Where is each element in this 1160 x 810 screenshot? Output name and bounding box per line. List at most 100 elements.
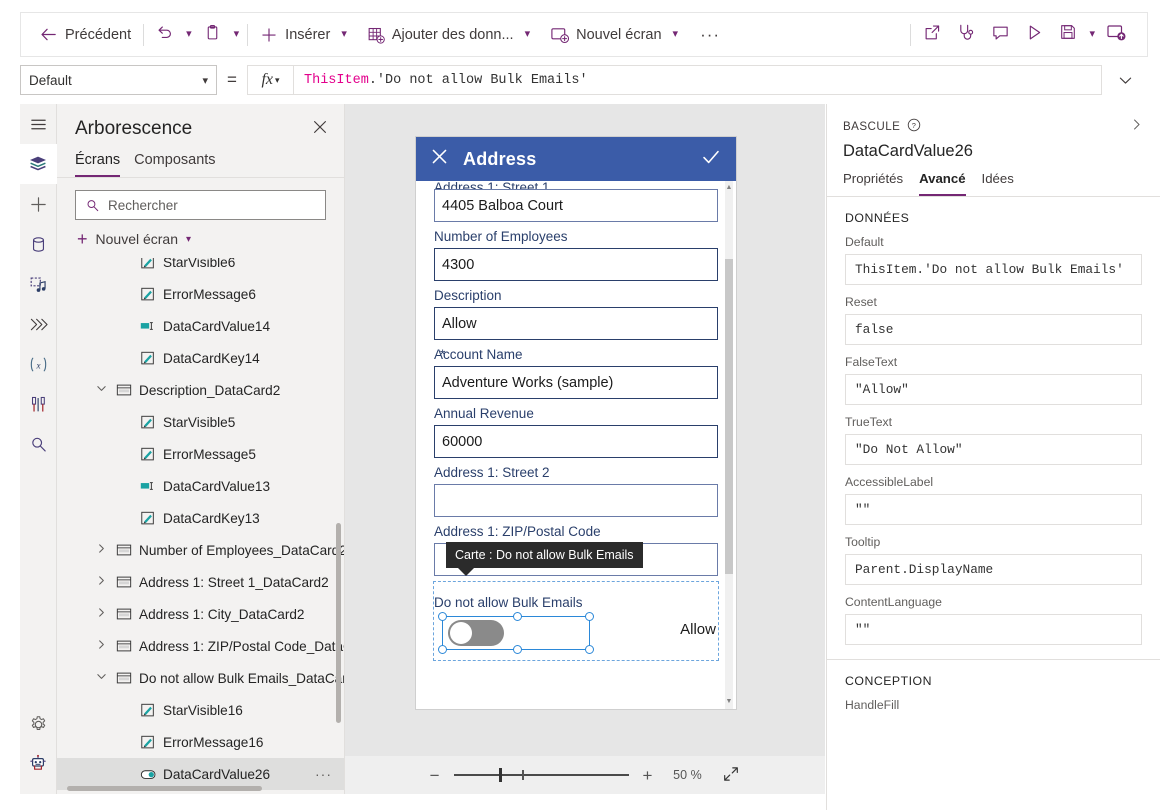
property-selector[interactable]: Default ▾: [20, 65, 217, 95]
fit-to-screen-button[interactable]: [722, 765, 740, 786]
design-canvas[interactable]: Address Address 1: Street 1 4405 Balboa C…: [345, 104, 825, 794]
toggle-data-card[interactable]: Do not allow Bulk Emails Allow Carte: D…: [433, 542, 719, 661]
fx-button[interactable]: fx ▾: [247, 65, 293, 95]
add-data-chevron-down-icon[interactable]: ▾: [521, 29, 535, 40]
publish-button[interactable]: [1099, 18, 1133, 52]
form-field-input[interactable]: 60000: [434, 425, 718, 458]
tree-item[interactable]: DataCardValue13: [57, 470, 344, 502]
save-button[interactable]: [1051, 18, 1085, 52]
chevron-right-icon[interactable]: [93, 607, 109, 621]
property-field-input[interactable]: "Allow": [845, 374, 1142, 405]
tree-item[interactable]: Address 1: City_DataCard2: [57, 598, 344, 630]
property-field-input[interactable]: "": [845, 614, 1142, 645]
rail-tree-view-button[interactable]: [19, 144, 57, 184]
tree-item[interactable]: DataCardValue14: [57, 310, 344, 342]
tab-composants[interactable]: Composants: [134, 152, 215, 177]
form-field-input[interactable]: [434, 484, 718, 517]
resize-handle-se[interactable]: [585, 645, 594, 654]
property-field-input[interactable]: false: [845, 314, 1142, 345]
rail-media-button[interactable]: [20, 264, 57, 304]
tree-item[interactable]: StarVisible5: [57, 406, 344, 438]
rail-data-button[interactable]: [20, 224, 57, 264]
resize-handle-nw[interactable]: [438, 612, 447, 621]
rail-settings-button[interactable]: [20, 704, 57, 744]
rail-power-automate-button[interactable]: [20, 304, 57, 344]
new-screen-button[interactable]: Nouvel écran ▾: [542, 18, 690, 52]
tree-item[interactable]: Address 1: ZIP/Postal Code_DataCard: [57, 630, 344, 662]
edit-form[interactable]: Address 1: Street 1 4405 Balboa Court Numb…: [416, 181, 736, 709]
tab-idees[interactable]: Idées: [982, 171, 1014, 196]
formula-bar-expand-button[interactable]: [1102, 65, 1148, 95]
tree-item[interactable]: Description_DataCard2: [57, 374, 344, 406]
paste-button[interactable]: [196, 18, 230, 52]
chevron-down-icon[interactable]: [93, 383, 109, 397]
resize-handle-s[interactable]: [513, 645, 522, 654]
rail-search-button[interactable]: [20, 424, 57, 464]
add-data-button[interactable]: Ajouter des donn... ▾: [359, 18, 542, 52]
tree-item[interactable]: DataCardKey13: [57, 502, 344, 534]
property-field-input[interactable]: "": [845, 494, 1142, 525]
formula-input[interactable]: ThisItem .'Do not allow Bulk Emails': [293, 65, 1102, 95]
tree-items-list[interactable]: StarVisible6 ErrorMessage6 DataCardValue14…: [57, 258, 344, 794]
property-field-input[interactable]: Parent.DisplayName: [845, 554, 1142, 585]
form-scrollbar-thumb[interactable]: [725, 259, 733, 574]
tree-item[interactable]: DataCardKey14: [57, 342, 344, 374]
toolbar-overflow-button[interactable]: ···: [690, 25, 730, 45]
insert-button[interactable]: Insérer ▾: [252, 18, 359, 52]
tab-ecrans[interactable]: Écrans: [75, 152, 121, 177]
tree-item[interactable]: Address 1: Street 1_DataCard2: [57, 566, 344, 598]
share-button[interactable]: [915, 18, 949, 52]
tree-close-button[interactable]: [312, 119, 328, 139]
toggle-control-row[interactable]: Allow: [434, 612, 718, 654]
scroll-up-arrow-icon[interactable]: ▲: [725, 183, 733, 193]
chevron-right-icon[interactable]: [93, 543, 109, 557]
undo-dropdown-chevron-down-icon[interactable]: ▾: [182, 29, 196, 40]
chevron-down-icon[interactable]: [93, 671, 109, 685]
resize-handle-n[interactable]: [513, 612, 522, 621]
chevron-right-icon[interactable]: [93, 575, 109, 589]
form-field-input[interactable]: 4405 Balboa Court: [434, 189, 718, 222]
tree-search-box[interactable]: Rechercher: [75, 190, 326, 220]
properties-content[interactable]: DONNÉES Default ThisItem.'Do not allow Bul…: [827, 197, 1160, 810]
property-field-input[interactable]: "Do Not Allow": [845, 434, 1142, 465]
scroll-down-arrow-icon[interactable]: ▼: [725, 697, 733, 707]
tree-vertical-scrollbar[interactable]: [336, 523, 341, 723]
tree-item[interactable]: ErrorMessage16: [57, 726, 344, 758]
tree-horizontal-scrollbar[interactable]: [67, 786, 262, 791]
app-screen-preview[interactable]: Address Address 1: Street 1 4405 Balboa C…: [416, 137, 736, 709]
rail-variables-button[interactable]: x: [20, 344, 57, 384]
save-dropdown-chevron-down-icon[interactable]: ▾: [1085, 29, 1099, 40]
zoom-slider-thumb[interactable]: [498, 768, 502, 782]
app-checker-button[interactable]: [949, 18, 983, 52]
rail-tools-button[interactable]: [20, 384, 57, 424]
resize-handle-ne[interactable]: [585, 612, 594, 621]
rail-insert-button[interactable]: [20, 184, 57, 224]
rail-hamburger-button[interactable]: [20, 104, 57, 144]
form-field-input[interactable]: 4300: [434, 248, 718, 281]
zoom-slider[interactable]: [453, 768, 629, 782]
help-icon[interactable]: ?: [907, 118, 921, 135]
tree-item-more-button[interactable]: ···: [315, 766, 332, 782]
tree-item[interactable]: StarVisible6: [57, 258, 344, 278]
new-screen-tree-button[interactable]: + Nouvel écran ▾: [57, 224, 344, 258]
paste-dropdown-chevron-down-icon[interactable]: ▾: [230, 29, 244, 40]
resize-handle-sw[interactable]: [438, 645, 447, 654]
panel-expand-button[interactable]: [1129, 117, 1144, 136]
checkmark-icon[interactable]: [700, 146, 722, 173]
tree-item[interactable]: ErrorMessage6: [57, 278, 344, 310]
tree-search-input[interactable]: Rechercher: [108, 198, 178, 213]
property-field-input[interactable]: ThisItem.'Do not allow Bulk Emails': [845, 254, 1142, 285]
new-screen-chevron-down-icon[interactable]: ▾: [669, 29, 683, 40]
tab-avance[interactable]: Avancé: [919, 171, 966, 196]
tree-item[interactable]: StarVisible16: [57, 694, 344, 726]
form-field-input[interactable]: Adventure Works (sample): [434, 366, 718, 399]
form-field-input[interactable]: Allow: [434, 307, 718, 340]
tree-item[interactable]: Number of Employees_DataCard2: [57, 534, 344, 566]
back-button[interactable]: Précédent: [31, 18, 139, 52]
chevron-right-icon[interactable]: [93, 639, 109, 653]
zoom-out-button[interactable]: −: [430, 767, 440, 784]
tab-proprietes[interactable]: Propriétés: [843, 171, 903, 196]
rail-copilot-button[interactable]: [20, 744, 57, 784]
comments-button[interactable]: [983, 18, 1017, 52]
tree-item[interactable]: ErrorMessage5: [57, 438, 344, 470]
